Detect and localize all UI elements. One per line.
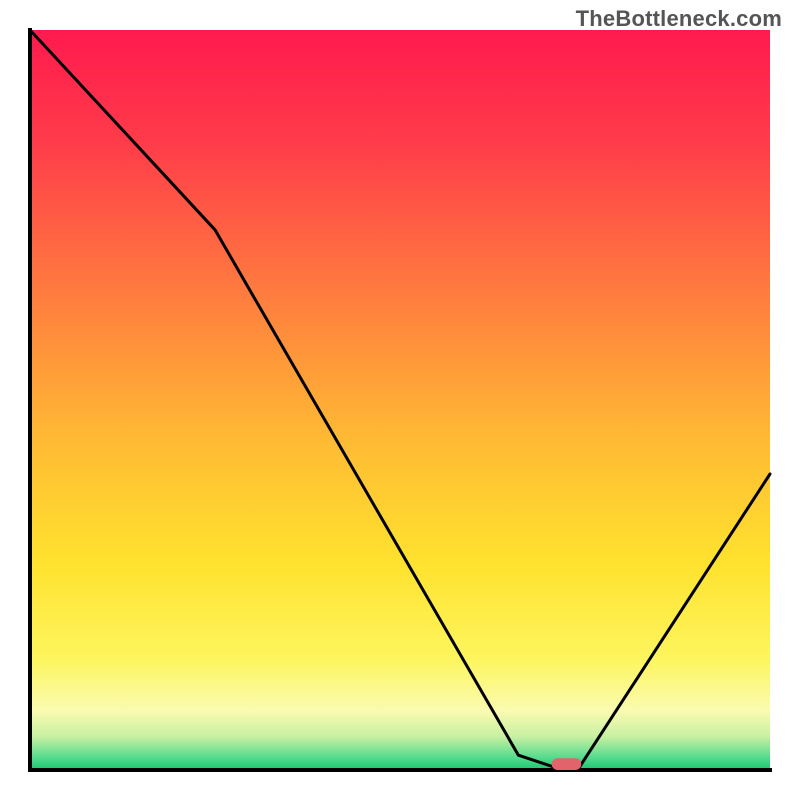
chart-background-gradient [30,30,770,770]
optimal-zone-marker [552,758,582,770]
chart-container: TheBottleneck.com [0,0,800,800]
bottleneck-chart [0,0,800,800]
watermark-text: TheBottleneck.com [576,6,782,32]
